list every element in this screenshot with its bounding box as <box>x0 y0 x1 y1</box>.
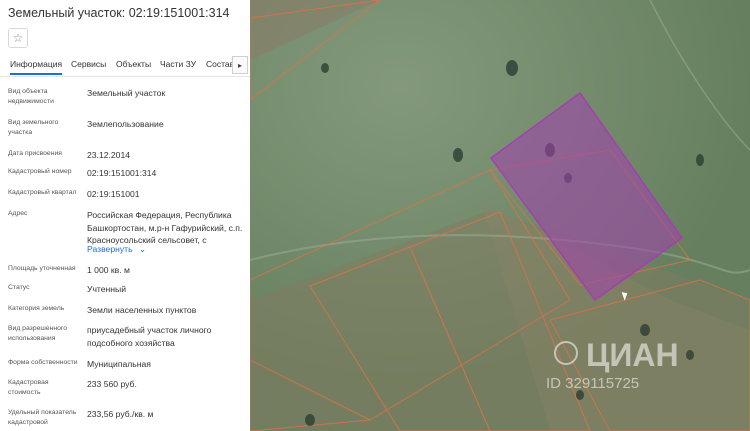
field-value: 23.12.2014 <box>87 150 131 160</box>
map-canvas[interactable]: ЦИАН ID 329115725 <box>250 0 750 431</box>
tab-bar: Информация Сервисы Объекты Части ЗУ Сост… <box>0 54 250 77</box>
field-value: 02:19:151001:314 <box>87 168 157 178</box>
chevron-down-icon: ⌄ <box>138 244 147 254</box>
favorite-button[interactable]: ☆ <box>8 28 28 48</box>
field-label: Форма собственности <box>8 359 78 366</box>
field-value: Земли населенных пунктов <box>87 305 197 315</box>
field-value: Земельный участок <box>87 88 166 98</box>
star-icon: ☆ <box>12 31 24 45</box>
expand-link[interactable]: Развернуть ⌄ <box>87 244 146 255</box>
tree <box>305 414 315 426</box>
tree <box>321 63 329 73</box>
field-value: 1 000 кв. м <box>87 265 130 275</box>
watermark-id: ID 329115725 <box>546 375 639 392</box>
tree <box>640 324 650 336</box>
field-value: 02:19:151001 <box>87 189 140 199</box>
tab-parts[interactable]: Части ЗУ <box>160 59 196 69</box>
field-label: Вид разрешенного использования <box>8 325 67 342</box>
tab-composition[interactable]: Состав <box>206 59 234 69</box>
tab-objects[interactable]: Объекты <box>116 59 151 69</box>
tree <box>696 154 704 166</box>
satellite-map[interactable]: ЦИАН ID 329115725 <box>250 0 750 431</box>
tree <box>453 148 463 162</box>
expand-link-label: Развернуть <box>87 244 133 254</box>
tabs-next-button[interactable]: ▸ <box>232 56 248 74</box>
field-value: приусадебный участок личного подсобного … <box>87 325 212 348</box>
watermark-brand: ЦИАН <box>586 337 679 373</box>
page-title: Земельный участок: 02:19:151001:314 <box>8 6 230 20</box>
tree <box>686 350 694 360</box>
field-value: 233 560 руб. <box>87 379 137 389</box>
tab-info[interactable]: Информация <box>10 59 63 75</box>
field-label: Статус <box>8 284 30 291</box>
field-label: Кадастровый квартал <box>8 189 77 196</box>
field-label: Кадастровый номер <box>8 168 72 175</box>
tree <box>506 60 518 76</box>
chevron-right-icon: ▸ <box>237 60 242 70</box>
field-label: Кадастровая стоимость <box>8 379 49 396</box>
field-value: 233,56 руб./кв. м <box>87 409 154 419</box>
field-value: Муниципальная <box>87 359 151 369</box>
field-label: Вид объекта недвижимости <box>8 88 54 105</box>
field-value: Учтенный <box>87 284 127 294</box>
field-label: Площадь уточненная <box>8 265 76 272</box>
field-label: Адрес <box>8 210 28 217</box>
field-label: Дата присвоения <box>8 150 62 157</box>
field-label: Вид земельного участка <box>8 119 59 136</box>
info-panel: Земельный участок: 02:19:151001:314 ☆ Ин… <box>0 0 251 431</box>
field-label: Удельный показатель кадастровой <box>8 409 77 426</box>
tab-services[interactable]: Сервисы <box>71 59 106 69</box>
field-label: Категория земель <box>8 305 65 312</box>
field-value: Землепользование <box>87 119 164 129</box>
field-value: Российская Федерация, Республика Башкорт… <box>87 210 243 245</box>
